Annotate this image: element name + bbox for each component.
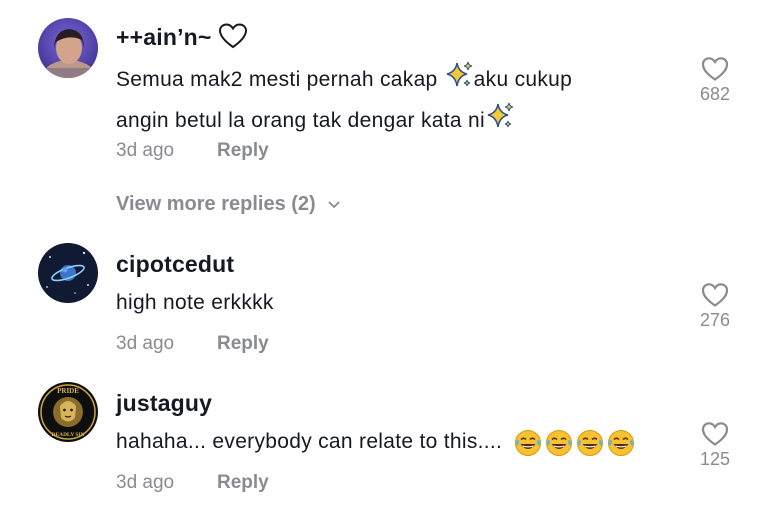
chevron-down-icon bbox=[321, 193, 341, 215]
view-more-replies-button[interactable]: View more replies (2) bbox=[116, 193, 341, 216]
avatar[interactable]: PRIDE DEADLY SIN bbox=[38, 382, 98, 442]
avatar-badge-text: DEADLY SIN bbox=[51, 432, 84, 438]
like-count: 276 bbox=[699, 310, 731, 330]
comment-text-line: hahaha... everybody can relate to this..… bbox=[116, 430, 509, 453]
comment-text-line: aku cukup bbox=[473, 68, 573, 92]
view-more-label: View more replies (2) bbox=[116, 193, 316, 215]
comment-meta: 3d ago Reply bbox=[116, 333, 269, 355]
comment-text: Semua mak2 mesti pernah cakap aku cukup … bbox=[116, 60, 572, 142]
comment-text-line: Semua mak2 mesti pernah cakap bbox=[116, 68, 444, 92]
username[interactable]: cipotcedut bbox=[116, 251, 234, 278]
timestamp: 3d ago bbox=[116, 333, 175, 354]
tears-of-joy-icon bbox=[545, 429, 576, 456]
heart-outline-icon bbox=[690, 421, 740, 447]
avatar[interactable] bbox=[38, 243, 98, 303]
like-button[interactable]: 276 bbox=[690, 282, 740, 331]
comment-text: hahaha... everybody can relate to this..… bbox=[116, 425, 638, 459]
username[interactable]: justaguy bbox=[116, 390, 212, 417]
avatar[interactable] bbox=[38, 18, 98, 78]
heart-outline-icon bbox=[218, 22, 248, 56]
tears-of-joy-icon bbox=[576, 429, 607, 456]
reply-button[interactable]: Reply bbox=[217, 472, 269, 494]
comment-meta: 3d ago Reply bbox=[116, 140, 269, 162]
sparkles-icon bbox=[444, 60, 474, 101]
like-count: 682 bbox=[699, 84, 731, 104]
reply-button[interactable]: Reply bbox=[217, 333, 269, 355]
sparkles-icon bbox=[485, 101, 515, 142]
username[interactable]: ++ain’n~ bbox=[116, 22, 248, 56]
comment-meta: 3d ago Reply bbox=[116, 472, 269, 494]
comment-text-line: angin betul la orang tak dengar kata ni bbox=[116, 109, 485, 133]
username-text: ++ain’n~ bbox=[116, 24, 212, 51]
reply-button[interactable]: Reply bbox=[217, 140, 269, 162]
heart-outline-icon bbox=[690, 56, 740, 82]
emoji-row bbox=[514, 425, 638, 459]
timestamp: 3d ago bbox=[116, 472, 175, 493]
like-button[interactable]: 125 bbox=[690, 421, 740, 470]
heart-outline-icon bbox=[690, 282, 740, 308]
timestamp: 3d ago bbox=[116, 140, 175, 161]
tears-of-joy-icon bbox=[514, 429, 545, 456]
comment-list: ++ain’n~ Semua mak2 mesti pernah cakap a… bbox=[0, 0, 769, 508]
like-button[interactable]: 682 bbox=[690, 56, 740, 105]
comment-text: high note erkkkk bbox=[116, 291, 274, 314]
avatar-badge-text: PRIDE bbox=[57, 387, 79, 395]
tears-of-joy-icon bbox=[607, 429, 638, 456]
like-count: 125 bbox=[699, 449, 731, 469]
